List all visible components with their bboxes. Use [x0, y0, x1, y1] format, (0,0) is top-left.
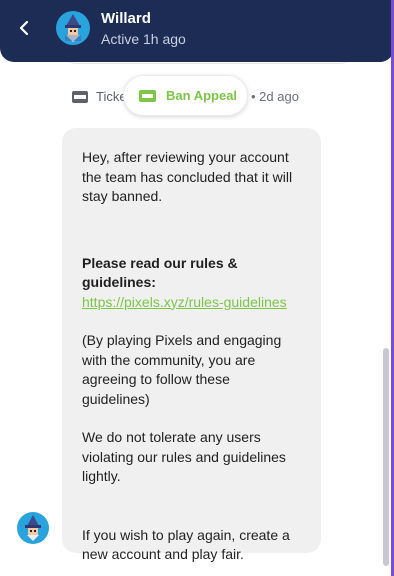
- message-text: If you wish to play again, create a new …: [82, 526, 290, 563]
- scrollbar-thumb[interactable]: [383, 348, 389, 566]
- contact-status: Active 1h ago: [101, 31, 186, 47]
- contact-name[interactable]: Willard: [101, 10, 151, 27]
- message-text: (By playing Pixels and engaging with the…: [82, 332, 282, 407]
- chat-header: Willard Active 1h ago: [0, 0, 394, 62]
- message-text: We do not tolerate any users violating o…: [82, 429, 286, 484]
- ticket-category: Ban Appeal: [166, 88, 238, 103]
- rules-link[interactable]: https://pixels.xyz/rules-guidelines: [82, 293, 301, 313]
- avatar[interactable]: [56, 11, 90, 45]
- ticket-label: Ticke: [96, 89, 127, 104]
- ticket-icon: [72, 91, 88, 103]
- back-arrow-icon[interactable]: [14, 17, 36, 39]
- message-text: Hey, after reviewing your account the te…: [82, 149, 293, 204]
- message-bubble: Hey, after reviewing your account the te…: [62, 128, 321, 562]
- ticket-tooltip: Ban Appeal: [123, 75, 248, 116]
- sender-avatar[interactable]: [17, 512, 49, 544]
- ticket-icon: [139, 90, 156, 102]
- rules-heading: Please read our rules & guidelines:: [82, 254, 238, 291]
- message-time: • 2d ago: [251, 89, 299, 104]
